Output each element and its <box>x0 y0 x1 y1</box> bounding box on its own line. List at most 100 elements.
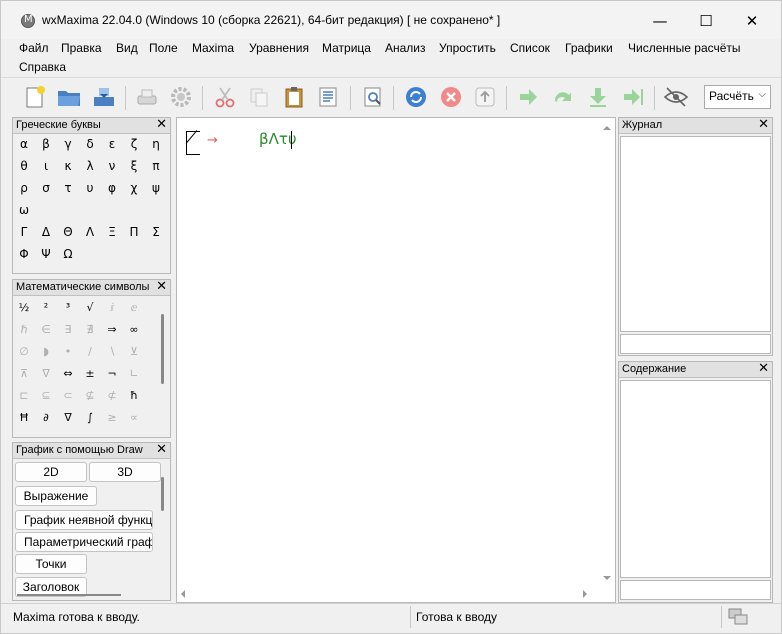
greek-letter-button[interactable]: Φ <box>13 247 35 269</box>
greek-letter-button[interactable]: χ <box>123 181 145 203</box>
greek-letter-button[interactable]: τ <box>57 181 79 203</box>
greek-letter-button[interactable]: ρ <box>13 181 35 203</box>
greek-letter-button[interactable]: λ <box>79 159 101 181</box>
contents-list-area[interactable] <box>620 380 771 578</box>
math-symbol-button[interactable]: ¬ <box>101 367 123 389</box>
greek-letter-button[interactable]: ω <box>13 203 35 225</box>
new-document-button[interactable] <box>21 83 49 111</box>
math-symbol-button[interactable]: ⊻ <box>123 345 145 367</box>
menu-cell[interactable]: Поле <box>149 41 178 55</box>
math-symbol-button[interactable]: ∝ <box>123 411 145 433</box>
greek-letter-button[interactable]: θ <box>13 159 35 181</box>
journal-input-field[interactable] <box>620 334 771 354</box>
menu-file[interactable]: Файл <box>19 41 49 55</box>
contents-panel-close-button[interactable]: ✕ <box>758 361 769 376</box>
math-symbol-button[interactable]: ∅ <box>13 345 35 367</box>
eval-down-button[interactable] <box>584 83 612 111</box>
open-button[interactable] <box>55 83 83 111</box>
hide-code-button[interactable] <box>662 83 690 111</box>
menu-equations[interactable]: Уравнения <box>249 41 309 55</box>
draw-panel-scrollbar[interactable] <box>161 477 164 511</box>
worksheet[interactable]: → βΛτυ <box>176 117 616 603</box>
menu-calculus[interactable]: Анализ <box>385 41 426 55</box>
greek-letter-button[interactable]: κ <box>57 159 79 181</box>
journal-log-area[interactable] <box>620 136 771 332</box>
math-symbol-button[interactable]: ħ <box>123 389 145 411</box>
close-window-button[interactable]: ✕ <box>729 9 775 35</box>
menu-help[interactable]: Справка <box>19 60 66 74</box>
draw-2d-button[interactable]: 2D <box>15 462 87 482</box>
menu-edit[interactable]: Правка <box>61 41 102 55</box>
greek-letter-button[interactable]: ε <box>101 137 123 159</box>
greek-letter-button[interactable]: η <box>145 137 167 159</box>
menu-numeric[interactable]: Численные расчёты <box>628 41 741 55</box>
math-symbol-button[interactable]: ∞ <box>123 323 145 345</box>
math-symbol-button[interactable]: ⊆ <box>35 389 57 411</box>
math-symbol-button[interactable]: ∇ <box>57 411 79 433</box>
menu-matrix[interactable]: Матрица <box>322 41 371 55</box>
menu-view[interactable]: Вид <box>116 41 138 55</box>
math-symbol-button[interactable]: ℏ <box>13 323 35 345</box>
math-symbol-button[interactable]: ∃ <box>57 323 79 345</box>
math-symbol-button[interactable]: ⇔ <box>57 367 79 389</box>
greek-letter-button[interactable]: γ <box>57 137 79 159</box>
math-symbol-button[interactable]: ³ <box>57 301 79 323</box>
math-symbol-button[interactable]: ∂ <box>35 411 57 433</box>
math-symbol-button[interactable]: ◗ <box>35 345 57 367</box>
math-symbol-button[interactable]: ∄ <box>79 323 101 345</box>
math-symbol-button[interactable]: ⅈ <box>101 301 123 323</box>
math-symbol-button[interactable]: ⅇ <box>123 301 145 323</box>
find-button[interactable] <box>359 83 387 111</box>
greek-letter-button[interactable]: Θ <box>57 225 79 247</box>
math-symbol-button[interactable]: ≥ <box>101 411 123 433</box>
eval-all-button[interactable] <box>619 83 647 111</box>
math-symbol-button[interactable]: ∫ <box>79 411 101 433</box>
greek-letter-button[interactable]: Ψ <box>35 247 57 269</box>
math-symbol-button[interactable]: ² <box>35 301 57 323</box>
settings-button[interactable] <box>167 83 195 111</box>
greek-letter-button[interactable]: ν <box>101 159 123 181</box>
step-over-button[interactable] <box>549 83 577 111</box>
math-panel-close-button[interactable]: ✕ <box>156 280 167 294</box>
maximize-button[interactable]: ☐ <box>683 9 729 35</box>
greek-letter-button[interactable]: Ω <box>57 247 79 269</box>
menu-maxima[interactable]: Maxima <box>192 41 234 55</box>
worksheet-vscrollbar[interactable] <box>601 122 613 586</box>
draw-implicit-button[interactable]: График неявной функции <box>15 510 153 530</box>
greek-letter-button[interactable]: π <box>145 159 167 181</box>
draw-points-button[interactable]: Точки <box>15 554 87 574</box>
draw-expression-button[interactable]: Выражение <box>15 486 97 506</box>
greek-panel-close-button[interactable]: ✕ <box>156 117 167 132</box>
math-symbol-button[interactable]: / <box>79 345 101 367</box>
math-symbol-button[interactable]: √ <box>79 301 101 323</box>
worksheet-hscrollbar[interactable] <box>177 588 597 600</box>
move-up-button[interactable] <box>471 83 499 111</box>
menu-list[interactable]: Список <box>510 41 550 55</box>
copy-button[interactable] <box>245 83 273 111</box>
greek-letter-button[interactable]: υ <box>79 181 101 203</box>
select-all-button[interactable] <box>314 83 342 111</box>
greek-letter-button[interactable]: β <box>35 137 57 159</box>
greek-letter-button[interactable]: ι <box>35 159 57 181</box>
menu-simplify[interactable]: Упростить <box>439 41 496 55</box>
reevaluate-button[interactable] <box>402 83 430 111</box>
cell-bracket[interactable] <box>186 131 200 155</box>
math-symbol-button[interactable]: ⊄ <box>101 389 123 411</box>
greek-letter-button[interactable]: Σ <box>145 225 167 247</box>
greek-letter-button[interactable]: α <box>13 137 35 159</box>
draw-3d-button[interactable]: 3D <box>89 462 161 482</box>
math-symbol-button[interactable]: ⊂ <box>57 389 79 411</box>
math-symbol-button[interactable]: ∖ <box>101 345 123 367</box>
greek-letter-button[interactable]: σ <box>35 181 57 203</box>
math-symbol-button[interactable]: ⇒ <box>101 323 123 345</box>
math-symbol-button[interactable]: • <box>57 345 79 367</box>
eval-cell-button[interactable] <box>514 83 542 111</box>
greek-letter-button[interactable]: Λ <box>79 225 101 247</box>
paste-button[interactable] <box>280 83 308 111</box>
greek-letter-button[interactable]: Δ <box>35 225 57 247</box>
math-symbol-button[interactable]: ⊈ <box>79 389 101 411</box>
menu-plot[interactable]: Графики <box>565 41 613 55</box>
greek-letter-button[interactable]: φ <box>101 181 123 203</box>
minimize-button[interactable]: — <box>637 9 683 35</box>
interrupt-button[interactable] <box>437 83 465 111</box>
